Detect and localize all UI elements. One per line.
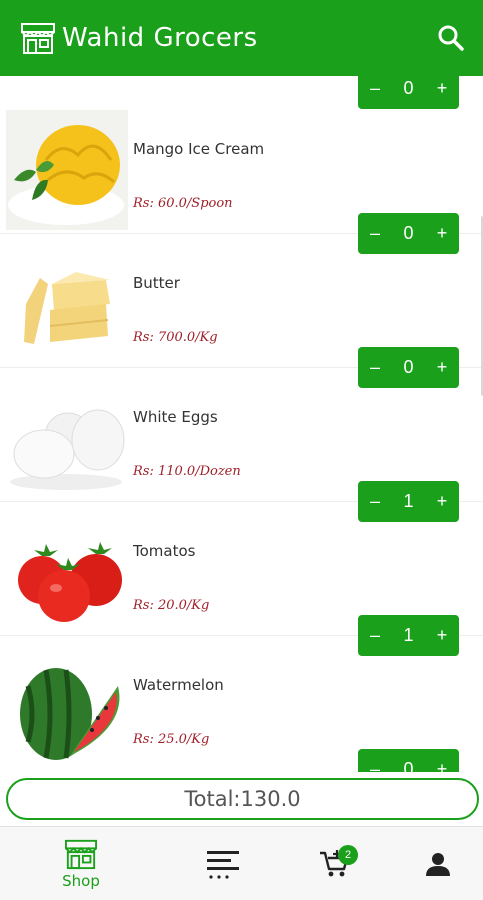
cart-count-badge: 2: [338, 845, 358, 865]
item-price: Rs: 25.0/Kg: [133, 732, 210, 747]
white-eggs-image: [6, 378, 128, 498]
list-item: Watermelon Rs: 25.0/Kg – 0 +: [0, 636, 483, 772]
list-item: White Eggs Rs: 110.0/Dozen – 1 +: [0, 368, 483, 522]
nav-shop-label: Shop: [62, 872, 100, 890]
app-title: Wahid Grocers: [62, 23, 258, 53]
increment-button[interactable]: +: [435, 78, 449, 99]
quantity-value: 0: [403, 759, 414, 772]
watermelon-image: [6, 646, 128, 766]
list-icon: [207, 851, 239, 879]
quantity-stepper: – 0 +: [358, 749, 459, 772]
list-item: Tomatos Rs: 20.0/Kg – 1 +: [0, 502, 483, 656]
item-name: Tomatos: [133, 542, 196, 560]
item-price: Rs: 20.0/Kg: [133, 598, 210, 613]
increment-button[interactable]: +: [435, 759, 449, 772]
quantity-value: 0: [403, 78, 414, 98]
nav-cart[interactable]: 2: [312, 827, 358, 900]
item-name: Watermelon: [133, 676, 224, 694]
item-name: Mango Ice Cream: [133, 140, 265, 158]
list-item: Butter Rs: 700.0/Kg – 0 +: [0, 234, 483, 388]
person-icon: [426, 853, 450, 876]
item-name: Butter: [133, 274, 180, 292]
nav-profile[interactable]: [424, 827, 452, 900]
total-bar: Total:130.0: [6, 778, 479, 820]
item-name: White Eggs: [133, 408, 218, 426]
nav-shop[interactable]: Shop: [60, 827, 102, 900]
scroll-indicator: [479, 216, 483, 396]
product-list[interactable]: – 0 + Mango Ice Cream Rs: 60.0/Spoon – 0…: [0, 76, 483, 772]
nav-list[interactable]: [204, 827, 242, 900]
decrement-button[interactable]: –: [368, 759, 382, 772]
bottom-navigation: Shop 2: [0, 826, 483, 900]
item-price: Rs: 700.0/Kg: [133, 330, 218, 345]
app-bar: Wahid Grocers: [0, 0, 483, 76]
decrement-button[interactable]: –: [368, 78, 382, 99]
mango-ice-cream-image: [6, 110, 128, 230]
butter-image: [6, 244, 128, 364]
search-icon[interactable]: [437, 24, 465, 52]
item-price: Rs: 60.0/Spoon: [133, 196, 233, 211]
list-item: Mango Ice Cream Rs: 60.0/Spoon – 0 +: [0, 100, 483, 254]
item-price: Rs: 110.0/Dozen: [133, 464, 241, 479]
store-icon: [65, 839, 97, 870]
tomatoes-image: [6, 512, 128, 632]
store-icon: [21, 23, 55, 54]
